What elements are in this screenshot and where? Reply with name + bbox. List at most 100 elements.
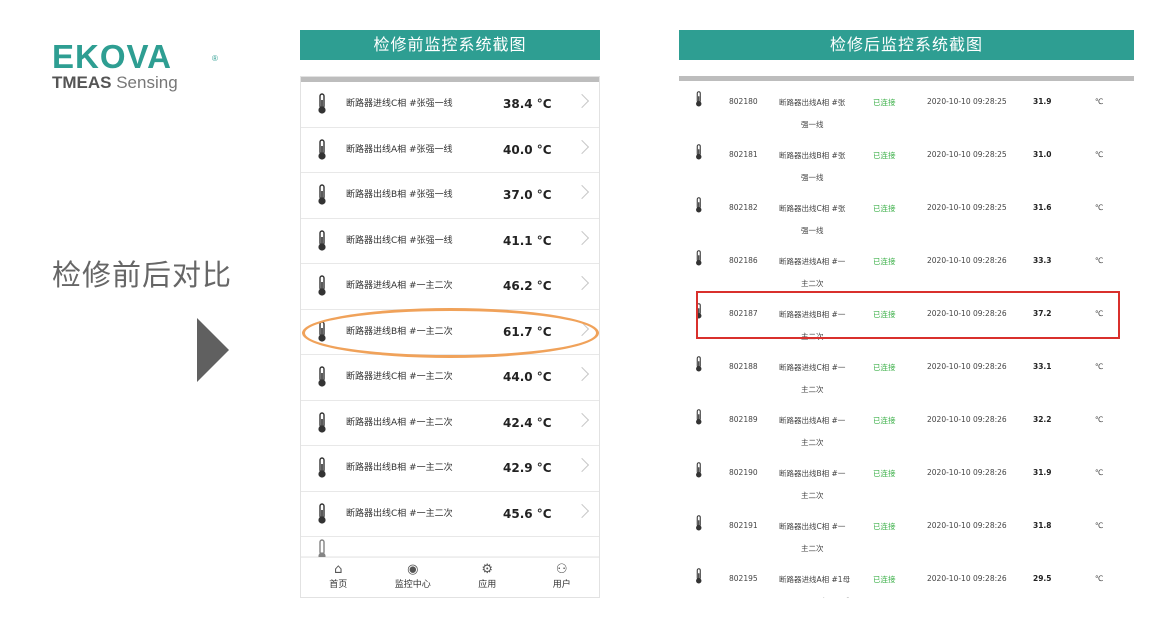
thermometer-icon xyxy=(318,138,326,160)
sensor-id: 802186 xyxy=(729,256,758,265)
thermometer-icon xyxy=(696,303,702,319)
temperature-value: 33.3 xyxy=(1033,256,1052,265)
sensor-table: 802180 断路器出线A相 #张 强一线 已连接 2020-10-10 09:28:2… xyxy=(679,81,1134,598)
sensor-temperature: 38.4 °C xyxy=(503,97,552,111)
thermometer-icon xyxy=(318,502,326,524)
sensor-row[interactable]: 断路器出线B相 #一主二次 42.9 °C xyxy=(301,446,599,492)
nav-label: 监控中心 xyxy=(394,580,431,590)
sensor-name: 断路器进线A相 #一主二次 xyxy=(346,281,453,291)
nav-label: 用户 xyxy=(552,580,571,590)
sensor-temperature: 42.4 °C xyxy=(503,415,552,430)
sensor-id: 802187 xyxy=(729,309,758,318)
sensor-name: 断路器出线B相 #一主二次 xyxy=(346,463,453,473)
sensor-row[interactable]: 断路器出线B相 #张强一线 37.0 °C xyxy=(301,173,599,219)
chevron-right-icon[interactable] xyxy=(574,93,590,109)
timestamp: 2020-10-10 09:28:26 xyxy=(927,362,1007,371)
ekova-logo: EKOVA ® TMEAS Sensing xyxy=(52,40,218,92)
thermometer-icon xyxy=(696,356,702,372)
temperature-value: 33.1 xyxy=(1033,362,1052,371)
nav-item[interactable]: ⚙ 应用 xyxy=(450,558,525,597)
sensor-row[interactable]: 断路器进线C相 #一主二次 44.0 °C xyxy=(301,355,599,401)
chevron-right-icon[interactable] xyxy=(574,139,590,154)
sensor-temperature: 37.0 °C xyxy=(503,188,552,202)
sensor-name: 断路器进线C相 #张强一线 xyxy=(346,99,453,109)
sensor-name: 断路器出线B相 #张强一线 xyxy=(346,190,453,200)
after-monitoring-table: 802180 断路器出线A相 #张 强一线 已连接 2020-10-10 09:28:2… xyxy=(679,76,1134,598)
connection-status: 已连接 xyxy=(873,416,896,425)
sensor-row[interactable]: 断路器出线A相 #张强一线 40.0 °C xyxy=(301,128,599,173)
sensor-temperature: 41.1 °C xyxy=(503,233,552,248)
sensor-temperature: 40.0 °C xyxy=(503,142,552,157)
table-row: 802187 断路器进线B相 #一 主二次 已连接 2020-10-10 09:28:2… xyxy=(679,293,1134,346)
apps-icon: ⚙ xyxy=(481,562,494,577)
table-row: 802191 断路器出线C相 #一 主二次 已连接 2020-10-10 09:28:2… xyxy=(679,505,1134,558)
timestamp: 2020-10-10 09:28:26 xyxy=(927,574,1007,583)
sensor-id: 802188 xyxy=(729,362,758,371)
nav-item[interactable]: ⚇ 用户 xyxy=(525,558,600,597)
sensor-name-line1: 断路器进线A相 #一 xyxy=(779,257,846,266)
sensor-name-line1: 断路器出线C相 #张 xyxy=(779,204,846,213)
sensor-name-line2: 主二次 xyxy=(801,438,824,447)
timestamp: 2020-10-10 09:28:26 xyxy=(927,309,1007,318)
table-row: 802186 断路器进线A相 #一 主二次 已连接 2020-10-10 09:28:2… xyxy=(679,240,1134,293)
table-row: 802195 断路器进线A相 #1母 1106电压互感器 已连接 2020-10-10 … xyxy=(679,558,1134,598)
nav-item[interactable]: ⌂ 首页 xyxy=(301,558,376,597)
thermometer-icon xyxy=(318,229,326,251)
chevron-right-icon[interactable] xyxy=(574,503,590,518)
table-row: 802188 断路器进线C相 #一 主二次 已连接 2020-10-10 09:28:2… xyxy=(679,346,1134,399)
chevron-right-icon[interactable] xyxy=(574,457,590,473)
sensor-row[interactable]: 断路器出线C相 #张强一线 41.1 °C xyxy=(301,219,599,264)
sensor-name-line2: 主二次 xyxy=(801,332,824,341)
sensor-row[interactable]: 断路器出线C相 #一主二次 45.6 °C xyxy=(301,492,599,537)
sensor-name-line1: 断路器进线C相 #一 xyxy=(779,363,846,372)
sensor-id: 802189 xyxy=(729,415,758,424)
sensor-name-line2: 主二次 xyxy=(801,491,824,500)
nav-item[interactable]: ◉ 监控中心 xyxy=(376,558,451,597)
sensor-temperature: 44.0 °C xyxy=(503,370,552,384)
chevron-right-icon[interactable] xyxy=(574,412,590,427)
sensor-row[interactable]: 断路器进线C相 #张强一线 38.4 °C xyxy=(301,82,599,128)
logo-tagline: TMEAS Sensing xyxy=(52,73,178,92)
sensor-id: 802181 xyxy=(729,150,758,159)
sensor-row[interactable]: 断路器出线A相 #一主二次 42.4 °C xyxy=(301,401,599,446)
timestamp: 2020-10-10 09:28:26 xyxy=(927,256,1007,265)
thermometer-icon xyxy=(318,320,326,342)
connection-status: 已连接 xyxy=(873,257,896,266)
temperature-value: 29.5 xyxy=(1033,574,1052,583)
chevron-right-icon[interactable] xyxy=(574,321,590,336)
sensor-row[interactable]: 断路器进线A相 #一主二次 46.2 °C xyxy=(301,264,599,310)
thermometer-icon xyxy=(318,366,326,387)
temperature-value: 32.2 xyxy=(1033,415,1052,424)
temperature-unit: ℃ xyxy=(1095,468,1104,477)
before-monitoring-app: 断路器进线C相 #张强一线 38.4 °C 断路器出线A相 #张强一线 40.0 °C… xyxy=(300,76,600,598)
home-icon: ⌂ xyxy=(334,562,343,577)
timestamp: 2020-10-10 09:28:26 xyxy=(927,415,1007,424)
chevron-right-icon[interactable] xyxy=(574,275,590,291)
connection-status: 已连接 xyxy=(873,151,896,160)
sensor-name-line1: 断路器出线A相 #张 xyxy=(779,98,846,107)
sensor-name: 断路器出线C相 #一主二次 xyxy=(346,508,453,519)
temperature-value: 31.6 xyxy=(1033,203,1052,212)
connection-status: 已连接 xyxy=(873,204,896,213)
chevron-right-icon[interactable] xyxy=(574,366,590,382)
temperature-unit: ℃ xyxy=(1095,521,1104,530)
thermometer-icon xyxy=(696,409,702,425)
sensor-temperature: 42.9 °C xyxy=(503,461,552,475)
thermometer-icon xyxy=(696,515,702,531)
timestamp: 2020-10-10 09:28:26 xyxy=(927,521,1007,530)
chevron-right-icon[interactable] xyxy=(574,230,590,245)
thermometer-icon xyxy=(696,250,702,266)
table-row: 802181 断路器出线B相 #张 强一线 已连接 2020-10-10 09:28:2… xyxy=(679,134,1134,187)
timestamp: 2020-10-10 09:28:26 xyxy=(927,468,1007,477)
sensor-name-line1: 断路器进线A相 #1母 xyxy=(779,575,851,584)
temperature-value: 31.0 xyxy=(1033,150,1052,159)
sensor-temperature: 45.6 °C xyxy=(503,506,552,521)
sensor-temperature: 61.7 °C xyxy=(503,324,552,339)
after-screenshot-header: 检修后监控系统截图 xyxy=(679,30,1134,60)
timestamp: 2020-10-10 09:28:25 xyxy=(927,150,1007,159)
chevron-right-icon[interactable] xyxy=(574,184,590,200)
temperature-value: 31.9 xyxy=(1033,468,1052,477)
sensor-temperature: 46.2 °C xyxy=(503,279,552,293)
timestamp: 2020-10-10 09:28:25 xyxy=(927,203,1007,212)
sensor-row[interactable]: 断路器进线B相 #一主二次 61.7 °C xyxy=(301,310,599,355)
